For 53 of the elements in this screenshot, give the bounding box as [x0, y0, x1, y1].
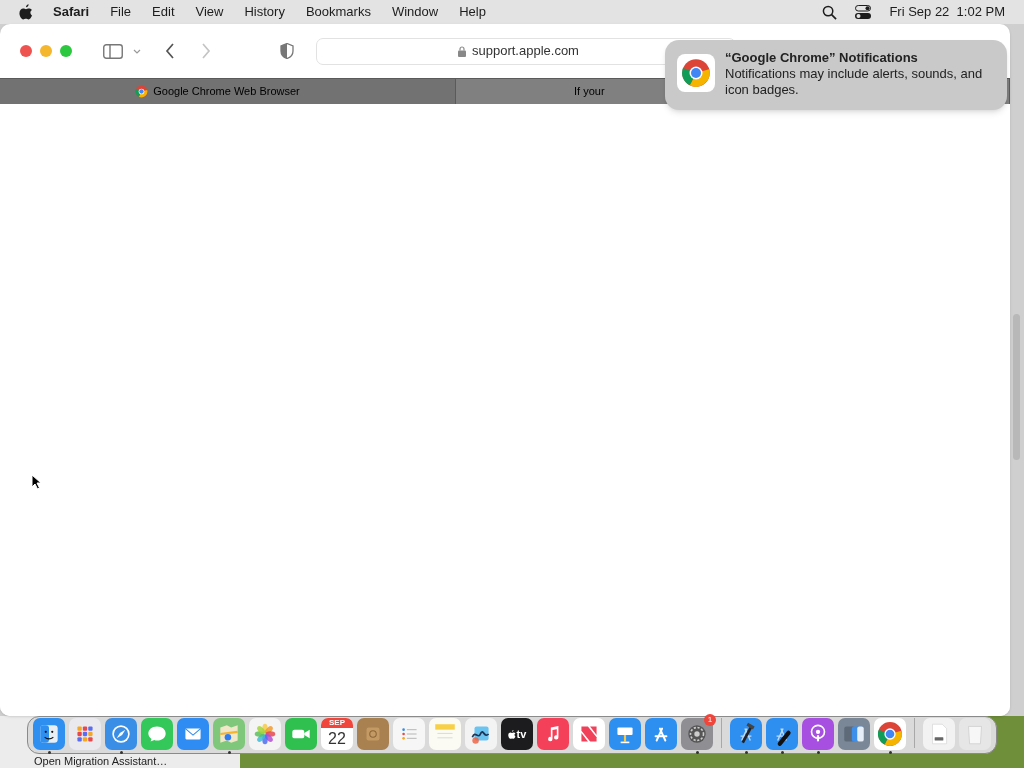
menu-item[interactable]: Window	[391, 2, 439, 22]
apple-logo-icon[interactable]	[19, 4, 33, 20]
hammer-icon[interactable]	[730, 718, 762, 750]
calendar-icon[interactable]: SEP 22	[321, 718, 353, 750]
menu-item[interactable]: History	[244, 2, 285, 22]
tv-icon[interactable]: tv	[501, 718, 533, 750]
box-icon[interactable]	[357, 718, 389, 750]
drive-icon[interactable]	[923, 718, 955, 750]
scribble-icon[interactable]	[465, 718, 497, 750]
browser-tab[interactable]: Google Chrome Web Browser	[0, 79, 456, 104]
tv-label: tv	[516, 728, 527, 740]
chevron-down-icon[interactable]	[133, 48, 141, 54]
map-icon[interactable]	[213, 718, 245, 750]
close-button[interactable]	[20, 45, 32, 57]
podcast-icon[interactable]	[802, 718, 834, 750]
app-menu[interactable]: Safari	[53, 2, 90, 22]
menu-bar-clock[interactable]: Fri Sep 22 1:02 PM	[889, 2, 1005, 22]
compass-icon[interactable]	[105, 718, 137, 750]
a-letter-icon[interactable]	[645, 718, 677, 750]
apple-logo-icon	[507, 729, 516, 739]
address-text: support.apple.com	[472, 42, 579, 61]
shield-icon[interactable]	[280, 43, 294, 59]
chrome-logo-icon[interactable]	[874, 718, 906, 750]
window-text: Open Migration Assistant…	[34, 755, 169, 768]
menu-item[interactable]: Help	[459, 2, 486, 22]
zoom-button[interactable]	[60, 45, 72, 57]
menu-item[interactable]: Edit	[152, 2, 175, 22]
calendar-month: SEP	[321, 718, 353, 728]
music-note-icon[interactable]	[537, 718, 569, 750]
face-icon[interactable]	[33, 718, 65, 750]
minimize-button[interactable]	[40, 45, 52, 57]
flower-icon[interactable]	[249, 718, 281, 750]
grid-icon[interactable]	[69, 718, 101, 750]
notification-body: Notifications may include alerts, sounds, and icon badges.	[725, 66, 984, 98]
lock-icon	[458, 45, 466, 57]
calendar-day: 22	[328, 728, 346, 749]
wrench-icon[interactable]	[766, 718, 798, 750]
news-icon[interactable]	[573, 718, 605, 750]
search-icon[interactable]	[822, 4, 838, 20]
menu-item[interactable]: View	[195, 2, 224, 22]
podium-icon[interactable]	[609, 718, 641, 750]
notification-toast[interactable]: “Google Chrome” Notifications Notifications may include alerts, sounds, and icon badges.	[665, 40, 1007, 110]
gear-icon[interactable]	[681, 718, 713, 750]
mouse-pointer-icon	[31, 474, 42, 490]
sidebar-icon[interactable]	[103, 43, 123, 59]
menu-item[interactable]: File	[110, 2, 132, 22]
speech-bubble-icon[interactable]	[141, 718, 173, 750]
video-camera-icon[interactable]	[285, 718, 317, 750]
menu-item[interactable]: Bookmarks	[305, 2, 371, 22]
envelope-icon[interactable]	[177, 718, 209, 750]
circle-logo-drawing	[877, 721, 903, 747]
back-button[interactable]	[165, 43, 175, 59]
toggles-icon[interactable]	[855, 5, 872, 19]
